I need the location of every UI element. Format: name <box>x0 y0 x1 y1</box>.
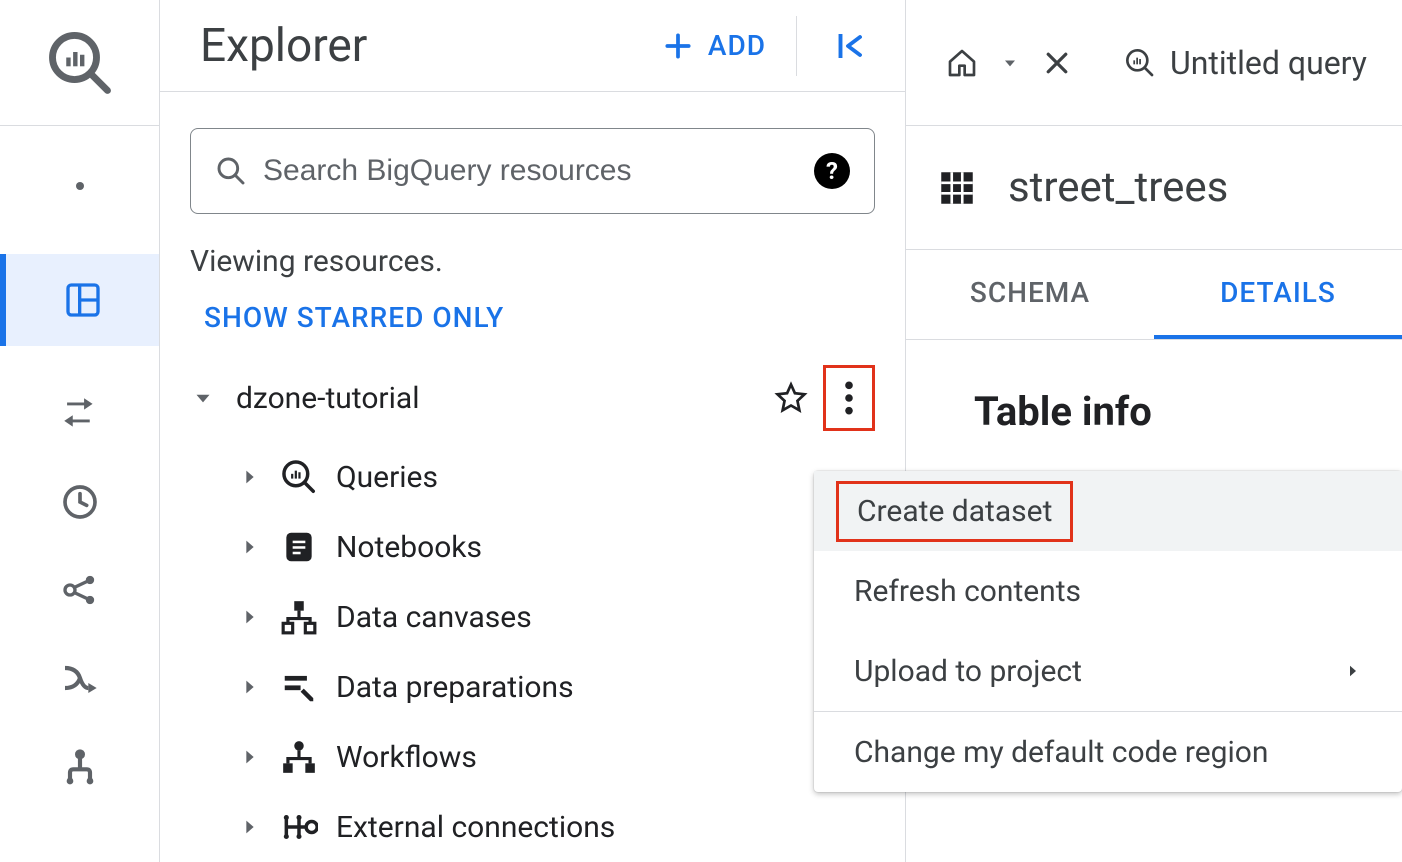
tree-item-label: Notebooks <box>336 530 482 565</box>
rail-item-dot[interactable] <box>0 166 159 206</box>
rail-item-transfers[interactable] <box>0 394 159 434</box>
bigquery-logo <box>0 0 159 126</box>
tab-schema[interactable]: SCHEMA <box>906 250 1154 339</box>
layout-icon <box>63 280 103 320</box>
query-tab-icon <box>1124 47 1156 79</box>
table-tabs: SCHEMA DETAILS <box>906 250 1402 340</box>
plus-icon <box>662 30 694 62</box>
menu-item-change-region[interactable]: Change my default code region <box>814 712 1402 792</box>
explorer-panel: Explorer ADD ? <box>160 0 906 862</box>
caret-right-icon <box>238 676 262 698</box>
rail-item-share[interactable] <box>0 570 159 610</box>
share-node-icon <box>60 570 100 610</box>
help-icon[interactable]: ? <box>814 153 850 189</box>
canvas-hierarchy-icon <box>280 598 318 636</box>
caret-right-icon <box>238 746 262 768</box>
collapse-panel-button[interactable] <box>827 28 875 64</box>
menu-item-label: Refresh contents <box>854 574 1081 609</box>
table-header: street_trees <box>906 126 1402 250</box>
explorer-body: ? Viewing resources. SHOW STARRED ONLY d… <box>160 92 905 862</box>
menu-item-label: Change my default code region <box>854 735 1268 770</box>
caret-right-icon <box>238 536 262 558</box>
kebab-icon <box>844 379 854 417</box>
tree-item-label: Data canvases <box>336 600 532 635</box>
table-icon <box>936 167 978 209</box>
submenu-caret-icon <box>1344 662 1362 680</box>
query-icon <box>280 458 318 496</box>
workflow-icon <box>280 738 318 776</box>
add-button[interactable]: ADD <box>662 29 766 62</box>
viewing-resources-text: Viewing resources. <box>190 244 875 279</box>
search-icon <box>215 155 247 187</box>
project-context-menu: Create dataset Refresh contents Upload t… <box>814 471 1402 792</box>
home-icon <box>946 47 978 79</box>
analytics-search-icon <box>47 30 113 96</box>
tree-item-data-preparations[interactable]: Data preparations <box>238 652 875 722</box>
menu-item-upload[interactable]: Upload to project <box>814 631 1402 711</box>
search-input[interactable] <box>263 154 798 188</box>
tree-children: Queries Notebooks <box>238 442 875 862</box>
tree-item-label: Data preparations <box>336 670 574 705</box>
tab-label: Untitled query <box>1170 44 1367 82</box>
caret-right-icon <box>238 816 262 838</box>
tab-bar: Untitled query <box>906 0 1402 126</box>
swap-icon <box>60 394 100 434</box>
rail-item-merge[interactable] <box>0 658 159 698</box>
rail-item-scheduled[interactable] <box>0 482 159 522</box>
table-name: street_trees <box>1008 163 1228 212</box>
merge-icon <box>60 658 100 698</box>
tree-item-workflows[interactable]: Workflows <box>238 722 875 792</box>
explorer-title: Explorer <box>200 19 367 73</box>
divider <box>796 16 797 76</box>
tree-item-label: Workflows <box>336 740 477 775</box>
explorer-header: Explorer ADD <box>160 0 905 92</box>
star-outline-icon[interactable] <box>773 380 809 416</box>
external-connection-icon <box>280 808 318 846</box>
tab-untitled-query[interactable]: Untitled query <box>1124 44 1367 82</box>
dot-icon <box>76 182 84 190</box>
hierarchy-person-icon <box>60 746 100 786</box>
caret-down-icon <box>190 385 216 411</box>
close-tab-button[interactable] <box>1042 48 1072 78</box>
project-name: dzone-tutorial <box>236 381 753 416</box>
rail-item-workspace[interactable] <box>0 254 159 346</box>
tab-home[interactable] <box>946 47 978 79</box>
project-more-actions-button[interactable] <box>823 365 875 431</box>
tab-details[interactable]: DETAILS <box>1154 250 1402 339</box>
menu-item-label: Create dataset <box>836 481 1073 542</box>
clock-icon <box>60 482 100 522</box>
tree-item-label: Queries <box>336 460 438 495</box>
explorer-header-actions: ADD <box>662 16 875 76</box>
tree-item-data-canvases[interactable]: Data canvases <box>238 582 875 652</box>
project-row-actions <box>773 365 875 431</box>
project-row[interactable]: dzone-tutorial <box>190 370 875 426</box>
menu-item-refresh[interactable]: Refresh contents <box>814 551 1402 631</box>
search-box[interactable]: ? <box>190 128 875 214</box>
caret-right-icon <box>238 466 262 488</box>
tree-item-external-connections[interactable]: External connections <box>238 792 875 862</box>
rail-items <box>0 126 159 786</box>
show-starred-button[interactable]: SHOW STARRED ONLY <box>204 301 504 334</box>
tree-item-queries[interactable]: Queries <box>238 442 875 512</box>
notebook-icon <box>280 528 318 566</box>
data-prep-icon <box>280 668 318 706</box>
table-info-heading: Table info <box>906 340 1402 435</box>
resource-tree: dzone-tutorial <box>190 370 875 862</box>
left-nav-rail <box>0 0 160 862</box>
close-icon <box>1042 48 1072 78</box>
menu-item-label: Upload to project <box>854 654 1082 689</box>
caret-right-icon <box>238 606 262 628</box>
menu-item-create-dataset[interactable]: Create dataset <box>814 471 1402 551</box>
tree-item-label: External connections <box>336 810 615 845</box>
rail-item-hierarchy[interactable] <box>0 746 159 786</box>
tree-item-notebooks[interactable]: Notebooks <box>238 512 875 582</box>
collapse-left-icon <box>833 28 869 64</box>
dropdown-caret-icon[interactable] <box>1000 53 1020 73</box>
add-label: ADD <box>708 29 766 62</box>
